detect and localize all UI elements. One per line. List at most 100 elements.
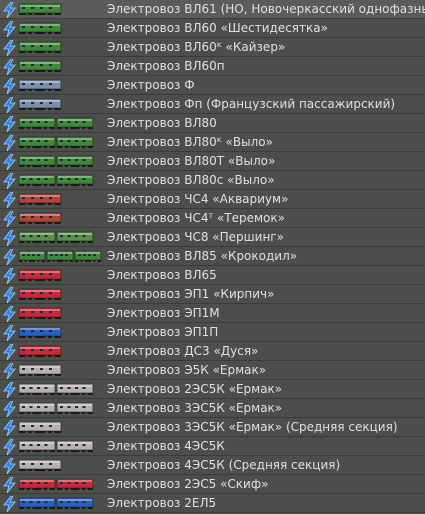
locomotive-green-icon	[18, 60, 62, 73]
list-item[interactable]: Электровоз ВЛ65	[0, 266, 425, 285]
lightning-icon	[3, 477, 16, 493]
locomotive-blue-icon	[18, 79, 62, 92]
lightning-icon	[3, 401, 16, 417]
list-item[interactable]: Электровоз ВЛ80с «Выло»	[0, 171, 425, 190]
list-item[interactable]: Электровоз 2ЭС5К «Ермак»	[0, 380, 425, 399]
locomotive-grey-icon	[18, 364, 62, 377]
locomotive-grey-icon	[18, 402, 94, 415]
list-item-label: Электровоз ЭП1М	[107, 306, 220, 320]
lightning-icon	[3, 306, 16, 322]
locomotive-red-icon	[18, 478, 94, 491]
list-item-label: Электровоз ВЛ85 «Крокодил»	[107, 249, 298, 263]
locomotive-grey-icon	[18, 459, 62, 472]
list-item[interactable]: Электровоз ЧС4ᵀ «Теремок»	[0, 209, 425, 228]
list-item[interactable]: Электровоз ЭП1П	[0, 323, 425, 342]
list-item-label: Электровоз Ф	[107, 78, 195, 92]
list-item-label: Электровоз 2ЭС5 «Скиф»	[107, 477, 269, 491]
lightning-icon	[3, 21, 16, 37]
locomotive-list: Электровоз ВЛ61 (НО, Новочеркасский одно…	[0, 0, 425, 514]
list-item-label: Электровоз 2ЭС5К «Ермак»	[107, 382, 283, 396]
locomotive-red-icon	[18, 212, 62, 225]
locomotive-blue-icon	[18, 326, 62, 339]
list-item-label: Электровоз 3ЭС5К «Ермак»	[107, 401, 283, 415]
list-item[interactable]: Электровоз 4ЭС5К	[0, 437, 425, 456]
locomotive-green-icon	[18, 155, 94, 168]
locomotive-blue-icon	[18, 497, 94, 510]
list-item-label: Электровоз 2ЕЛ5	[107, 496, 217, 510]
locomotive-blue-icon	[18, 98, 62, 111]
lightning-icon	[3, 344, 16, 360]
list-item-label: Электровоз ЭП1П	[107, 325, 219, 339]
lightning-icon	[3, 439, 16, 455]
list-item-label: Электровоз ВЛ60ᴷ «Кайзер»	[107, 40, 286, 54]
lightning-icon	[3, 2, 16, 18]
locomotive-green-icon	[18, 22, 62, 35]
locomotive-red-icon	[18, 288, 62, 301]
locomotive-red-icon	[18, 307, 62, 320]
locomotive-grey-icon	[18, 440, 94, 453]
list-item[interactable]: Электровоз ЭП1 «Кирпич»	[0, 285, 425, 304]
lightning-icon	[3, 173, 16, 189]
lightning-icon	[3, 154, 16, 170]
list-item-label: Электровоз ДС3 «Дуся»	[107, 344, 259, 358]
list-item[interactable]: Электровоз ВЛ60 «Шестидесятка»	[0, 19, 425, 38]
lightning-icon	[3, 363, 16, 379]
lightning-icon	[3, 325, 16, 341]
list-item[interactable]: Электровоз Э5К «Ермак»	[0, 361, 425, 380]
list-item-label: Электровоз ВЛ61 (НО, Новочеркасский одно…	[107, 2, 425, 16]
lightning-icon	[3, 420, 16, 436]
list-item[interactable]: Электровоз ЧС8 «Першинг»	[0, 228, 425, 247]
list-item-label: Электровоз Фп (Французский пассажирский)	[107, 97, 396, 111]
locomotive-green-icon	[18, 117, 94, 130]
list-item[interactable]: Электровоз 3ЭС5К «Ермак» (Средняя секция…	[0, 418, 425, 437]
lightning-icon	[3, 268, 16, 284]
locomotive-green-icon	[18, 250, 102, 263]
lightning-icon	[3, 249, 16, 265]
list-item-label: Электровоз ЧС8 «Першинг»	[107, 230, 284, 244]
lightning-icon	[3, 287, 16, 303]
list-item[interactable]: Электровоз ВЛ61 (НО, Новочеркасский одно…	[0, 0, 425, 19]
list-item[interactable]: Электровоз Ф	[0, 76, 425, 95]
locomotive-green-icon	[18, 136, 94, 149]
lightning-icon	[3, 382, 16, 398]
list-item[interactable]: Электровоз ЭП1М	[0, 304, 425, 323]
list-item[interactable]: Электровоз ВЛ60п	[0, 57, 425, 76]
list-item[interactable]: Электровоз ВЛ80ᴷ «Выло»	[0, 133, 425, 152]
list-item[interactable]: Электровоз ВЛ60ᴷ «Кайзер»	[0, 38, 425, 57]
list-item-label: Электровоз ВЛ80	[107, 116, 217, 130]
list-item[interactable]: Электровоз ВЛ85 «Крокодил»	[0, 247, 425, 266]
list-item-label: Электровоз ЧС4 «Аквариум»	[107, 192, 289, 206]
list-item-label: Электровоз ВЛ80Т «Выло»	[107, 154, 276, 168]
lightning-icon	[3, 230, 16, 246]
lightning-icon	[3, 116, 16, 132]
list-item-label: Электровоз ВЛ65	[107, 268, 217, 282]
list-item[interactable]: Электровоз ЧС4 «Аквариум»	[0, 190, 425, 209]
list-item[interactable]: Электровоз Фп (Французский пассажирский)	[0, 95, 425, 114]
list-item-label: Электровоз ВЛ60п	[107, 59, 225, 73]
lightning-icon	[3, 97, 16, 113]
list-item[interactable]: Электровоз ВЛ80Т «Выло»	[0, 152, 425, 171]
list-item[interactable]: Электровоз 3ЭС5К «Ермак»	[0, 399, 425, 418]
locomotive-grey-icon	[18, 421, 62, 434]
lightning-icon	[3, 211, 16, 227]
lightning-icon	[3, 59, 16, 75]
list-item[interactable]: Электровоз 2ЕЛ5	[0, 494, 425, 513]
locomotive-green-icon	[18, 41, 62, 54]
locomotive-green-icon	[18, 231, 94, 244]
locomotive-red-icon	[18, 345, 62, 358]
list-item[interactable]: Электровоз ДС3 «Дуся»	[0, 342, 425, 361]
list-item-label: Электровоз ЭП1 «Кирпич»	[107, 287, 275, 301]
locomotive-green-icon	[18, 3, 62, 16]
list-item-label: Электровоз ВЛ80с «Выло»	[107, 173, 275, 187]
lightning-icon	[3, 40, 16, 56]
list-item-label: Электровоз 4ЭС5К	[107, 439, 225, 453]
locomotive-green-icon	[18, 174, 94, 187]
locomotive-red-icon	[18, 269, 62, 282]
list-item[interactable]: Электровоз ВЛ80	[0, 114, 425, 133]
list-item-label: Электровоз ВЛ80ᴷ «Выло»	[107, 135, 273, 149]
list-item[interactable]: Электровоз 4ЭС5К (Средняя секция)	[0, 456, 425, 475]
list-item-label: Электровоз 4ЭС5К (Средняя секция)	[107, 458, 341, 472]
list-item[interactable]: Электровоз 2ЭС5 «Скиф»	[0, 475, 425, 494]
lightning-icon	[3, 458, 16, 474]
locomotive-grey-icon	[18, 383, 94, 396]
